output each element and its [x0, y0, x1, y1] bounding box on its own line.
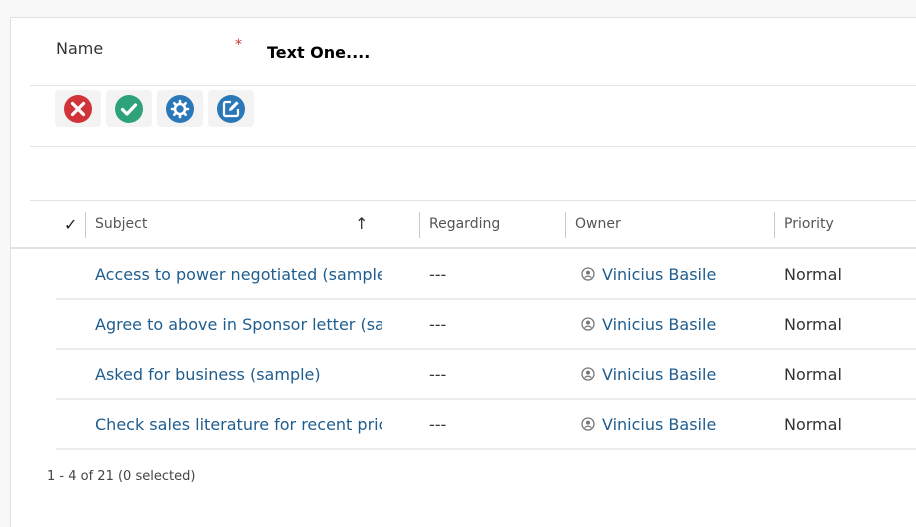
regarding-value: --- — [429, 415, 447, 434]
column-divider[interactable] — [85, 212, 86, 238]
name-label: Name — [56, 39, 104, 58]
owner-link[interactable]: Vinicius Basile — [602, 265, 716, 284]
divider — [30, 146, 916, 147]
approve-button[interactable] — [106, 90, 152, 127]
column-header-owner[interactable]: Owner — [575, 216, 621, 232]
close-circle-icon — [64, 94, 92, 123]
priority-value: Normal — [784, 365, 842, 384]
gear-circle-icon — [166, 94, 194, 123]
divider — [30, 85, 916, 86]
subject-link[interactable]: Agree to above in Sponsor letter (sample… — [95, 315, 382, 334]
form-card: Name * Text One.... ✓ Subject ↑ Regardin… — [10, 17, 916, 527]
sort-ascending-icon[interactable]: ↑ — [355, 214, 368, 233]
owner-user-icon — [581, 267, 595, 281]
column-divider[interactable] — [774, 212, 775, 238]
subject-link[interactable]: Check sales literature for recent price … — [95, 415, 382, 434]
owner-link[interactable]: Vinicius Basile — [602, 365, 716, 384]
owner-user-icon — [581, 367, 595, 381]
subject-link[interactable]: Asked for business (sample) — [95, 365, 382, 384]
regarding-value: --- — [429, 365, 447, 384]
priority-value: Normal — [784, 415, 842, 434]
column-header-priority[interactable]: Priority — [784, 216, 834, 232]
cancel-button[interactable] — [55, 90, 101, 127]
regarding-value: --- — [429, 315, 447, 334]
table-row[interactable]: Asked for business (sample) --- Vinicius… — [56, 350, 916, 400]
name-field[interactable]: Text One.... — [267, 43, 370, 62]
required-marker: * — [235, 37, 242, 53]
edit-button[interactable] — [208, 90, 254, 127]
owner-link[interactable]: Vinicius Basile — [602, 315, 716, 334]
select-all-checkmark-icon[interactable]: ✓ — [64, 215, 77, 234]
column-header-regarding[interactable]: Regarding — [429, 216, 500, 232]
column-divider[interactable] — [565, 212, 566, 238]
table-row[interactable]: Check sales literature for recent price … — [56, 400, 916, 450]
edit-circle-icon — [217, 94, 245, 123]
owner-user-icon — [581, 317, 595, 331]
priority-value: Normal — [784, 315, 842, 334]
owner-link[interactable]: Vinicius Basile — [602, 415, 716, 434]
column-divider[interactable] — [419, 212, 420, 238]
priority-value: Normal — [784, 265, 842, 284]
check-circle-icon — [115, 94, 143, 123]
regarding-value: --- — [429, 265, 447, 284]
name-field-row: Name * Text One.... — [11, 18, 916, 85]
owner-user-icon — [581, 417, 595, 431]
grid-header: ✓ Subject ↑ Regarding Owner Priority — [11, 201, 916, 249]
settings-button[interactable] — [157, 90, 203, 127]
table-row[interactable]: Agree to above in Sponsor letter (sample… — [56, 300, 916, 350]
table-row[interactable]: Access to power negotiated (sample) --- … — [56, 250, 916, 300]
subject-link[interactable]: Access to power negotiated (sample) — [95, 265, 382, 284]
column-header-subject[interactable]: Subject — [95, 216, 147, 232]
record-count: 1 - 4 of 21 (0 selected) — [47, 469, 196, 484]
